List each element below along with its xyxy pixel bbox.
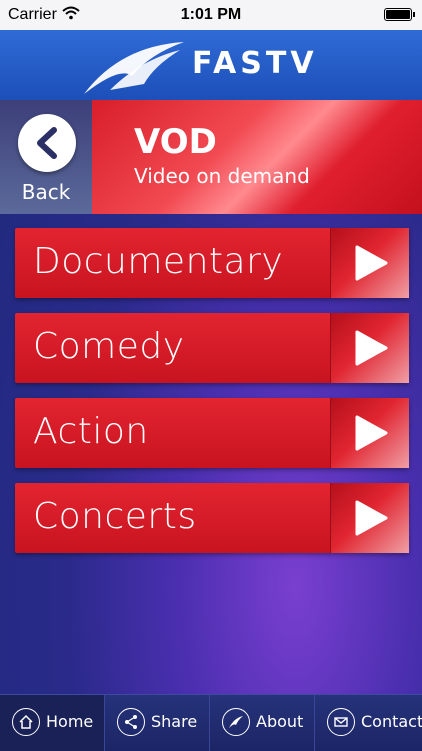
category-label: Documentary — [33, 241, 284, 282]
home-icon — [12, 708, 40, 736]
category-documentary[interactable]: Documentary — [15, 228, 409, 298]
battery-icon — [384, 8, 415, 21]
play-icon[interactable] — [330, 313, 409, 383]
back-label: Back — [21, 180, 71, 204]
tab-bar: Home Share About Contact — [0, 694, 422, 751]
logo-text: FASTV — [192, 46, 318, 81]
play-icon[interactable] — [330, 398, 409, 468]
tab-label: Contact — [361, 712, 422, 731]
category-label: Comedy — [33, 326, 185, 367]
category-label: Action — [33, 411, 149, 452]
category-menu: Documentary Comedy Action Concerts — [15, 228, 409, 568]
tab-about[interactable]: About — [210, 695, 315, 751]
tab-share[interactable]: Share — [105, 695, 210, 751]
back-button[interactable]: Back — [0, 100, 92, 214]
tab-label: Share — [151, 712, 198, 731]
play-icon[interactable] — [330, 228, 409, 298]
tab-label: Home — [46, 712, 94, 731]
category-concerts[interactable]: Concerts — [15, 483, 409, 553]
vod-header-panel: VOD Video on demand — [92, 100, 422, 214]
share-icon — [117, 708, 145, 736]
section-banner: Back VOD Video on demand — [0, 100, 422, 214]
category-action[interactable]: Action — [15, 398, 409, 468]
clock: 1:01 PM — [180, 6, 242, 23]
category-label: Concerts — [33, 496, 197, 537]
category-comedy[interactable]: Comedy — [15, 313, 409, 383]
tab-home[interactable]: Home — [0, 695, 105, 751]
page-title: VOD — [134, 122, 217, 162]
back-arrow-icon[interactable] — [18, 114, 76, 172]
page-subtitle: Video on demand — [134, 164, 310, 188]
about-icon — [222, 708, 250, 736]
app-header: FASTV — [0, 30, 422, 100]
play-icon[interactable] — [330, 483, 409, 553]
tab-label: About — [256, 712, 304, 731]
status-bar: Carrier 1:01 PM — [0, 0, 422, 30]
mail-icon — [327, 708, 355, 736]
tab-contact[interactable]: Contact — [315, 695, 422, 751]
